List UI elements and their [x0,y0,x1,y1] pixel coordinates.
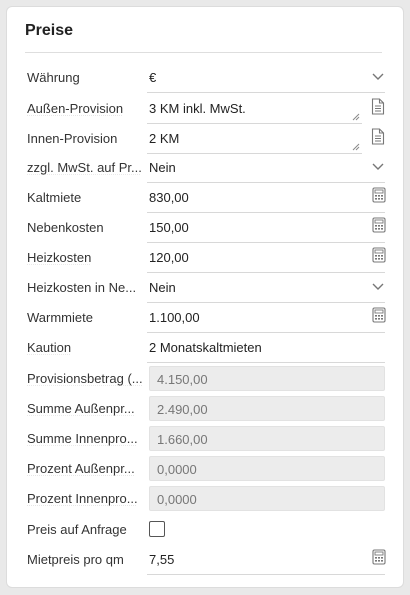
preise-panel: Preise Währung € Außen-Provision 3 KM in… [6,6,404,588]
row-kaltmiete: Kaltmiete 830,00 [7,183,405,213]
aussen-provision-label: Außen-Provision [27,101,124,116]
row-nebenkosten: Nebenkosten 150,00 [7,213,405,243]
provisionsbetrag-value: 4.150,00 [157,372,208,387]
row-zzgl-mwst: zzgl. MwSt. auf Pr... Nein [7,153,405,183]
nebenkosten-value: 150,00 [149,220,189,235]
summe-aussen-input: 2.490,00 [149,396,385,421]
waehrung-select[interactable]: € [147,63,385,93]
innen-provision-label: Innen-Provision [27,131,118,146]
row-preis-auf-anfrage: Preis auf Anfrage [7,515,405,545]
prozent-aussen-label: Prozent Außenpr... [27,461,135,476]
kaltmiete-value: 830,00 [149,190,189,205]
calculator-icon[interactable] [372,247,386,263]
row-mietpreis-pro-qm: Mietpreis pro qm 7,55 [7,545,405,575]
innen-provision-textarea[interactable]: 2 KM [147,124,362,154]
calculator-icon[interactable] [372,549,386,565]
heizkosten-value: 120,00 [149,250,189,265]
document-icon[interactable] [371,128,385,145]
heizkosten-in-ne-value: Nein [149,280,176,295]
aussen-provision-textarea[interactable]: 3 KM inkl. MwSt. [147,94,362,124]
nebenkosten-input[interactable]: 150,00 [147,213,385,243]
waehrung-value: € [149,70,157,85]
provisionsbetrag-input: 4.150,00 [149,366,385,391]
row-prozent-aussen: Prozent Außenpr... 0,0000 [7,454,405,484]
row-warmmiete: Warmmiete 1.100,00 [7,303,405,333]
title-divider [25,52,382,53]
provisionsbetrag-label: Provisionsbetrag (... [27,371,143,386]
innen-provision-value: 2 KM [149,131,180,146]
prozent-aussen-input: 0,0000 [149,456,385,481]
zzgl-mwst-value: Nein [149,160,176,175]
aussen-provision-value: 3 KM inkl. MwSt. [149,101,246,116]
mietpreis-pro-qm-value: 7,55 [149,552,175,567]
zzgl-mwst-label: zzgl. MwSt. auf Pr... [27,160,142,175]
calculator-icon[interactable] [372,217,386,233]
heizkosten-label: Heizkosten [27,250,92,265]
resize-grip-icon[interactable] [352,113,360,121]
summe-aussen-value: 2.490,00 [157,402,208,417]
chevron-down-icon[interactable] [371,162,385,172]
row-provisionsbetrag: Provisionsbetrag (... 4.150,00 [7,364,405,394]
prozent-innen-label: Prozent Innenpro... [27,491,138,506]
summe-aussen-label: Summe Außenpr... [27,401,135,416]
mietpreis-pro-qm-label: Mietpreis pro qm [27,552,124,567]
chevron-down-icon[interactable] [371,282,385,292]
row-summe-innen: Summe Innenpro... 1.660,00 [7,424,405,454]
summe-innen-input: 1.660,00 [149,426,385,451]
row-aussen-provision: Außen-Provision 3 KM inkl. MwSt. [7,94,405,124]
mietpreis-pro-qm-input[interactable]: 7,55 [147,545,385,575]
kaltmiete-label: Kaltmiete [27,190,82,205]
warmmiete-label: Warmmiete [27,310,93,325]
row-summe-aussen: Summe Außenpr... 2.490,00 [7,394,405,424]
nebenkosten-label: Nebenkosten [27,220,104,235]
waehrung-label: Währung [27,70,80,85]
warmmiete-value: 1.100,00 [149,310,200,325]
row-kaution: Kaution 2 Monatskaltmieten [7,333,405,363]
preis-auf-anfrage-checkbox[interactable] [149,521,165,537]
heizkosten-in-ne-label: Heizkosten in Ne... [27,280,137,295]
warmmiete-input[interactable]: 1.100,00 [147,303,385,333]
kaltmiete-input[interactable]: 830,00 [147,183,385,213]
zzgl-mwst-select[interactable]: Nein [147,153,385,183]
summe-innen-value: 1.660,00 [157,432,208,447]
row-innen-provision: Innen-Provision 2 KM [7,124,405,154]
heizkosten-in-ne-select[interactable]: Nein [147,273,385,303]
heizkosten-input[interactable]: 120,00 [147,243,385,273]
row-heizkosten: Heizkosten 120,00 [7,243,405,273]
summe-innen-label: Summe Innenpro... [27,431,138,446]
panel-title: Preise [25,22,74,39]
prozent-innen-input: 0,0000 [149,486,385,511]
row-heizkosten-in-nebenkosten: Heizkosten in Ne... Nein [7,273,405,303]
preis-auf-anfrage-label: Preis auf Anfrage [27,522,127,537]
kaution-label: Kaution [27,340,72,355]
kaution-input[interactable]: 2 Monatskaltmieten [147,333,385,363]
calculator-icon[interactable] [372,187,386,203]
calculator-icon[interactable] [372,307,386,323]
document-icon[interactable] [371,98,385,115]
resize-grip-icon[interactable] [352,143,360,151]
prozent-aussen-value: 0,0000 [157,462,197,477]
row-prozent-innen: Prozent Innenpro... 0,0000 [7,484,405,514]
chevron-down-icon[interactable] [371,72,385,82]
kaution-value: 2 Monatskaltmieten [149,340,262,355]
row-waehrung: Währung € [7,63,405,93]
prozent-innen-value: 0,0000 [157,492,197,507]
